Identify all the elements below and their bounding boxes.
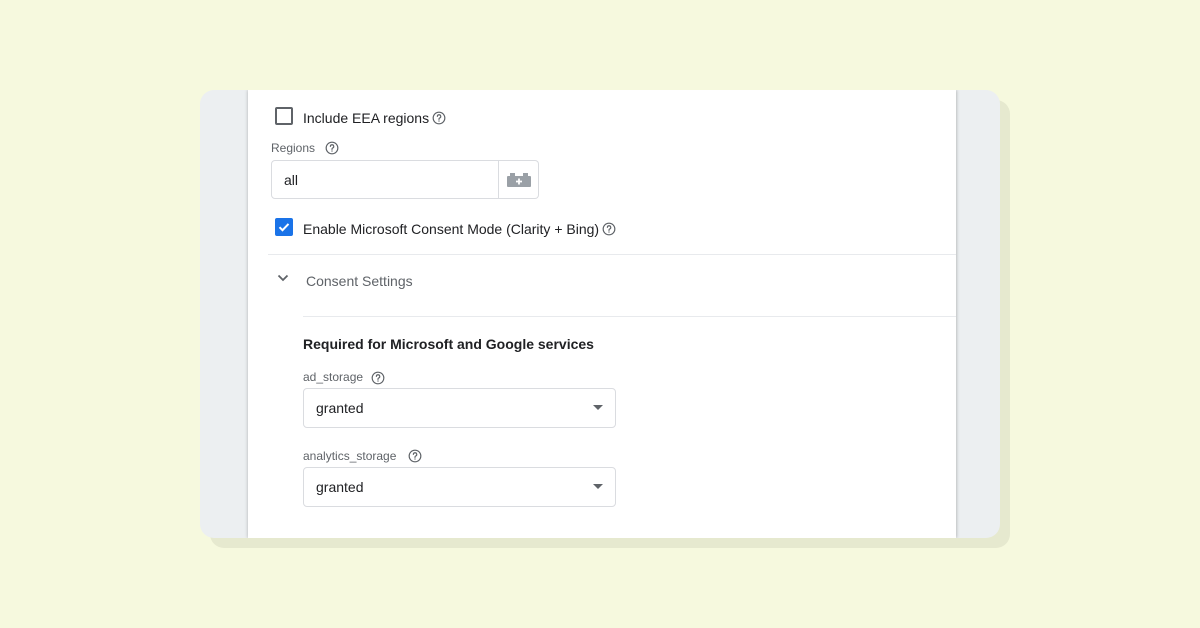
tag-config-panel: Include EEA regions Regions all Enable M… bbox=[248, 90, 956, 538]
ad-storage-value: granted bbox=[316, 400, 364, 416]
help-icon[interactable] bbox=[432, 111, 446, 125]
regions-label: Regions bbox=[271, 141, 316, 155]
include-eea-label: Include EEA regions bbox=[303, 110, 430, 126]
help-icon[interactable] bbox=[325, 141, 339, 155]
consent-settings-title[interactable]: Consent Settings bbox=[306, 273, 413, 289]
chevron-down-icon[interactable] bbox=[277, 274, 289, 282]
consent-settings-divider bbox=[303, 316, 956, 317]
help-icon[interactable] bbox=[408, 449, 422, 463]
variable-picker-button[interactable] bbox=[499, 160, 539, 199]
regions-input[interactable]: all bbox=[271, 160, 499, 199]
analytics-storage-value: granted bbox=[316, 479, 364, 495]
required-section-title: Required for Microsoft and Google servic… bbox=[303, 336, 594, 352]
ad-storage-label: ad_storage bbox=[303, 370, 364, 384]
section-divider bbox=[268, 254, 956, 255]
ad-storage-select[interactable]: granted bbox=[303, 388, 616, 428]
screenshot-card: Include EEA regions Regions all Enable M… bbox=[200, 90, 1000, 538]
dropdown-arrow-icon bbox=[593, 484, 603, 489]
include-eea-checkbox[interactable] bbox=[275, 107, 293, 125]
help-icon[interactable] bbox=[602, 222, 616, 236]
microsoft-consent-checkbox[interactable] bbox=[275, 218, 293, 236]
help-icon[interactable] bbox=[371, 371, 385, 385]
dropdown-arrow-icon bbox=[593, 405, 603, 410]
microsoft-consent-label: Enable Microsoft Consent Mode (Clarity +… bbox=[303, 221, 600, 237]
analytics-storage-select[interactable]: granted bbox=[303, 467, 616, 507]
analytics-storage-label: analytics_storage bbox=[303, 449, 397, 463]
variable-picker-icon bbox=[507, 173, 531, 187]
checkmark-icon bbox=[278, 223, 290, 232]
